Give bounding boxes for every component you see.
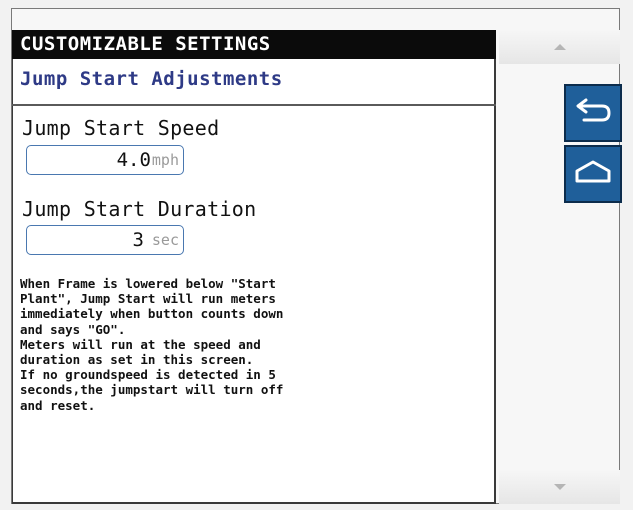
jump-start-duration-unit: sec [151,231,179,249]
home-icon [572,157,614,191]
section-title: Jump Start Adjustments [20,68,283,90]
jump-start-duration-label: Jump Start Duration [22,197,257,221]
jump-start-speed-field[interactable]: 4.0 mph [26,145,184,175]
back-arrow-icon [572,96,614,130]
back-button[interactable] [564,84,622,142]
jump-start-speed-value: 4.0 [116,149,151,171]
scroll-up-icon [552,41,568,54]
page-title: CUSTOMIZABLE SETTINGS [12,30,496,59]
jump-start-duration-field[interactable]: 3 sec [26,225,184,255]
jump-start-speed-unit: mph [151,151,179,169]
jump-start-description: When Frame is lowered below "Start Plant… [20,276,284,413]
scroll-down-icon [552,481,568,494]
scroll-down-button[interactable] [499,470,620,504]
section-divider [12,104,496,106]
scroll-up-button[interactable] [499,30,620,64]
settings-panel [12,30,496,504]
jump-start-speed-label: Jump Start Speed [22,116,220,140]
jump-start-duration-value: 3 [132,229,144,251]
settings-screen: CUSTOMIZABLE SETTINGS Jump Start Adjustm… [0,0,633,510]
home-button[interactable] [564,145,622,203]
